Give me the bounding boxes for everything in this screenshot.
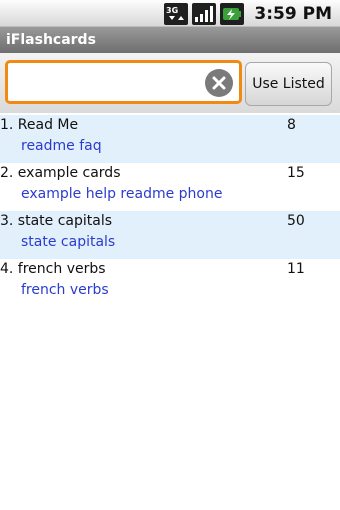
close-icon — [212, 76, 226, 90]
clear-search-button[interactable] — [205, 69, 233, 97]
signal-icon — [192, 2, 217, 25]
app-title: iFlashcards — [6, 32, 96, 48]
battery-charging-icon — [220, 2, 245, 25]
clock: 3:59 PM — [254, 3, 332, 24]
deck-tags[interactable]: french verbs — [21, 282, 109, 298]
deck-tags[interactable]: example help readme phone — [21, 186, 222, 202]
deck-title: 3. state capitals — [0, 213, 113, 229]
deck-count: 11 — [287, 261, 305, 277]
deck-tags[interactable]: readme faq — [21, 138, 102, 154]
status-icons: 3G 3:59 PM — [164, 1, 332, 26]
deck-title: 2. example cards — [0, 165, 121, 181]
list-item[interactable]: 3. state capitals state capitals 50 — [0, 211, 340, 259]
search-area: Use Listed — [0, 53, 340, 113]
search-input[interactable] — [5, 60, 242, 104]
svg-text:3G: 3G — [166, 6, 178, 15]
status-bar: 3G 3:59 PM — [0, 0, 340, 27]
deck-count: 50 — [287, 213, 305, 229]
deck-tags[interactable]: state capitals — [21, 234, 115, 250]
list-item[interactable]: 1. Read Me readme faq 8 — [0, 115, 340, 163]
list-item[interactable]: 4. french verbs french verbs 11 — [0, 259, 340, 307]
app-title-bar: iFlashcards — [0, 27, 340, 53]
deck-count: 8 — [287, 117, 296, 133]
deck-list: 1. Read Me readme faq 8 2. example cards… — [0, 115, 340, 307]
list-item[interactable]: 2. example cards example help readme pho… — [0, 163, 340, 211]
deck-count: 15 — [287, 165, 305, 181]
use-listed-button[interactable]: Use Listed — [245, 62, 332, 106]
deck-title: 4. french verbs — [0, 261, 106, 277]
3g-data-icon: 3G — [164, 2, 189, 25]
deck-title: 1. Read Me — [0, 117, 79, 133]
